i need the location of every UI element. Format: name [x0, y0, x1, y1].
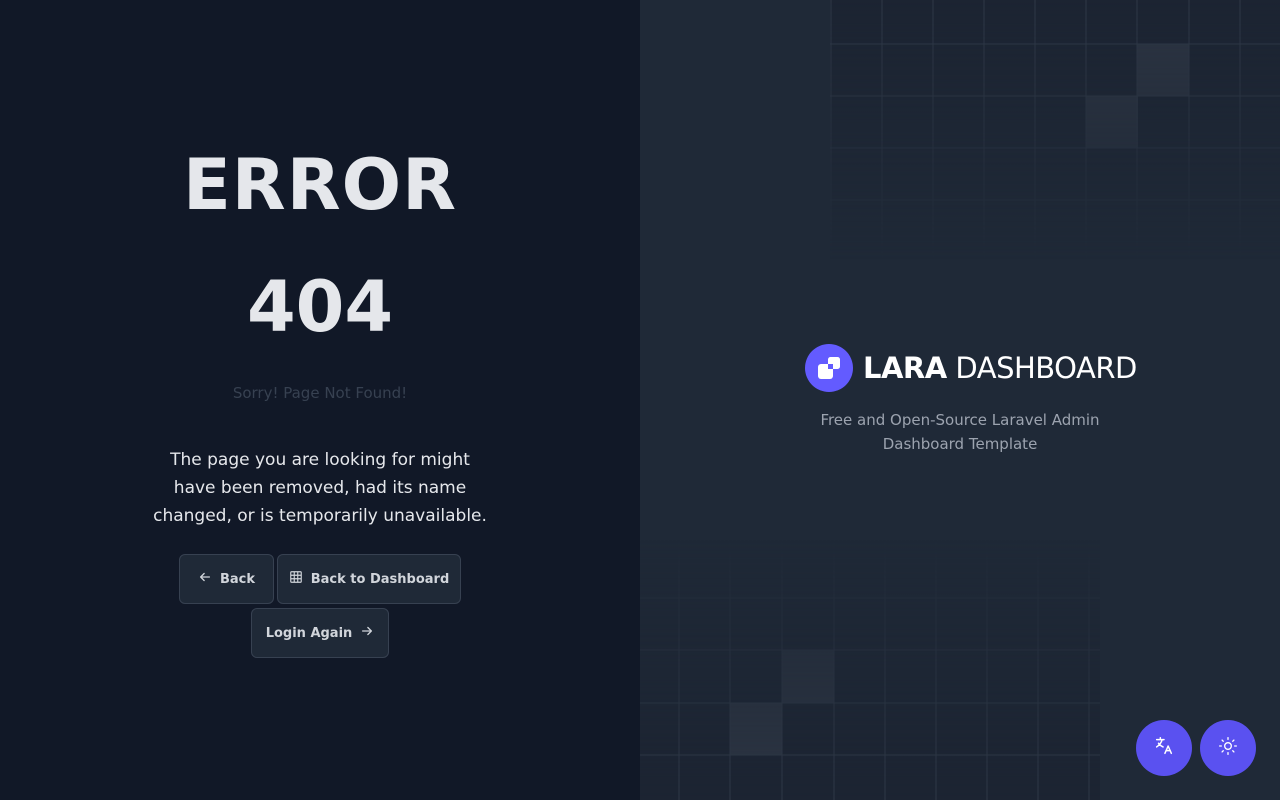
error-description: The page you are looking for might have …	[153, 450, 487, 526]
translate-icon	[1153, 735, 1175, 761]
login-again-label: Login Again	[265, 625, 353, 641]
brand-panel: LARA DASHBOARD Free and Open-Source Lara…	[640, 0, 1280, 800]
arrow-left-icon	[198, 570, 212, 588]
brand-tagline: Free and Open-Source Laravel Admin Dashb…	[820, 411, 1100, 453]
login-again-button[interactable]: Login Again	[251, 608, 389, 658]
brand-name: LARA DASHBOARD	[863, 351, 1137, 385]
brand-logo: LARA DASHBOARD	[805, 344, 1137, 392]
back-to-dashboard-label: Back to Dashboard	[310, 571, 450, 587]
brand-name-light: DASHBOARD	[955, 351, 1137, 385]
back-button-label: Back	[219, 571, 256, 587]
sun-icon	[1218, 736, 1238, 760]
error-subtitle: Sorry! Page Not Found!	[232, 384, 408, 402]
error-panel: ERROR 404 Sorry! Page Not Found! The pag…	[0, 0, 640, 800]
theme-toggle-button[interactable]	[1200, 720, 1256, 776]
error-code: 404	[246, 266, 394, 348]
brand-name-bold: LARA	[863, 351, 947, 385]
decorative-grid-bottom	[640, 540, 1100, 800]
back-button[interactable]: Back	[179, 554, 274, 604]
brand-mark-icon	[805, 344, 853, 392]
back-to-dashboard-button[interactable]: Back to Dashboard	[277, 554, 461, 604]
grid-icon	[289, 570, 303, 588]
decorative-grid-top	[830, 0, 1280, 260]
error-title: ERROR	[182, 144, 458, 226]
language-button[interactable]	[1136, 720, 1192, 776]
arrow-right-icon	[360, 624, 374, 642]
